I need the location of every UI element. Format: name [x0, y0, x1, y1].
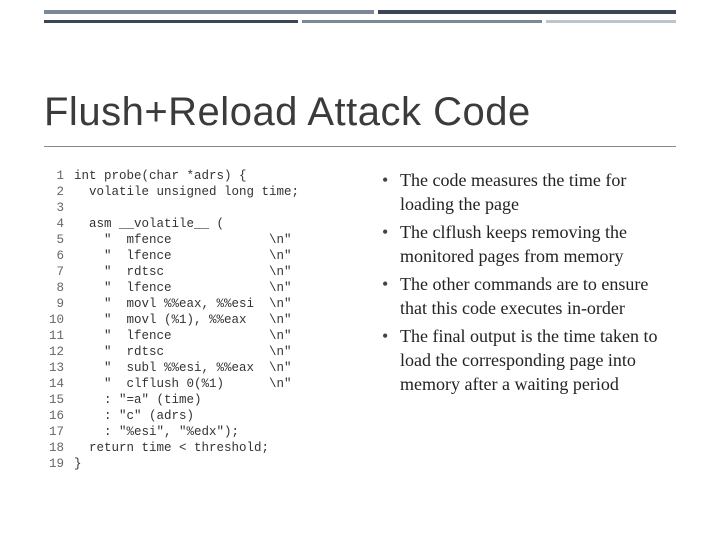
bullet-item: The code measures the time for loading t…	[382, 168, 676, 216]
line-number: 4	[44, 216, 64, 232]
code-line: 7 " rdtsc \n"	[44, 264, 374, 280]
code-text: : "%esi", "%edx");	[74, 425, 239, 439]
code-line: 19}	[44, 456, 374, 472]
line-number: 14	[44, 376, 64, 392]
line-number: 2	[44, 184, 64, 200]
code-listing: 1int probe(char *adrs) {2 volatile unsig…	[44, 168, 374, 510]
code-text: " rdtsc \n"	[74, 345, 292, 359]
code-line: 2 volatile unsigned long time;	[44, 184, 374, 200]
code-line: 10 " movl (%1), %%eax \n"	[44, 312, 374, 328]
bullet-item: The final output is the time taken to lo…	[382, 324, 676, 396]
decor-bar	[302, 20, 542, 23]
code-text: " clflush 0(%1) \n"	[74, 377, 292, 391]
code-text: : "=a" (time)	[74, 393, 202, 407]
line-number: 7	[44, 264, 64, 280]
header-decoration	[0, 0, 720, 44]
code-line: 3	[44, 200, 374, 216]
code-line: 17 : "%esi", "%edx");	[44, 424, 374, 440]
code-text: " mfence \n"	[74, 233, 292, 247]
line-number: 10	[44, 312, 64, 328]
line-number: 5	[44, 232, 64, 248]
code-text: int probe(char *adrs) {	[74, 169, 247, 183]
code-text: " rdtsc \n"	[74, 265, 292, 279]
code-line: 18 return time < threshold;	[44, 440, 374, 456]
decor-bar	[378, 10, 676, 14]
line-number: 1	[44, 168, 64, 184]
code-text: " movl (%1), %%eax \n"	[74, 313, 292, 327]
line-number: 17	[44, 424, 64, 440]
line-number: 19	[44, 456, 64, 472]
code-line: 13 " subl %%esi, %%eax \n"	[44, 360, 374, 376]
code-line: 1 int probe(char *adrs) {	[44, 168, 374, 184]
bullet-list: The code measures the time for loading t…	[374, 168, 676, 510]
line-number: 3	[44, 200, 64, 216]
line-number: 16	[44, 408, 64, 424]
code-text: " lfence \n"	[74, 281, 292, 295]
code-text: volatile unsigned long time;	[74, 185, 299, 199]
code-text: " lfence \n"	[74, 329, 292, 343]
line-number: 6	[44, 248, 64, 264]
line-number: 15	[44, 392, 64, 408]
code-line: 6 " lfence \n"	[44, 248, 374, 264]
line-number: 8	[44, 280, 64, 296]
code-line: 16 : "c" (adrs)	[44, 408, 374, 424]
code-line: 14 " clflush 0(%1) \n"	[44, 376, 374, 392]
decor-bar	[546, 20, 676, 23]
slide-body: 1int probe(char *adrs) {2 volatile unsig…	[44, 168, 676, 510]
bullet-item: The other commands are to ensure that th…	[382, 272, 676, 320]
code-text: }	[74, 457, 82, 471]
code-text: " subl %%esi, %%eax \n"	[74, 361, 292, 375]
code-text: asm __volatile__ (	[74, 217, 224, 231]
bullet-item: The clflush keeps removing the monitored…	[382, 220, 676, 268]
line-number: 18	[44, 440, 64, 456]
line-number: 9	[44, 296, 64, 312]
code-text: " movl %%eax, %%esi \n"	[74, 297, 292, 311]
line-number: 13	[44, 360, 64, 376]
line-number: 11	[44, 328, 64, 344]
slide: Flush+Reload Attack Code 1 int probe(char…	[0, 0, 720, 540]
code-text: " lfence \n"	[74, 249, 292, 263]
decor-bar	[44, 20, 298, 23]
line-number: 12	[44, 344, 64, 360]
code-text: : "c" (adrs)	[74, 409, 194, 423]
slide-title: Flush+Reload Attack Code	[44, 90, 531, 135]
code-line: 9 " movl %%eax, %%esi \n"	[44, 296, 374, 312]
code-line: 4 asm __volatile__ (	[44, 216, 374, 232]
code-text: return time < threshold;	[74, 441, 269, 455]
code-line: 8 " lfence \n"	[44, 280, 374, 296]
decor-bar	[44, 10, 374, 14]
code-line: 12 " rdtsc \n"	[44, 344, 374, 360]
title-underline	[44, 146, 676, 147]
code-line: 11 " lfence \n"	[44, 328, 374, 344]
code-line: 15 : "=a" (time)	[44, 392, 374, 408]
code-line: 5 " mfence \n"	[44, 232, 374, 248]
